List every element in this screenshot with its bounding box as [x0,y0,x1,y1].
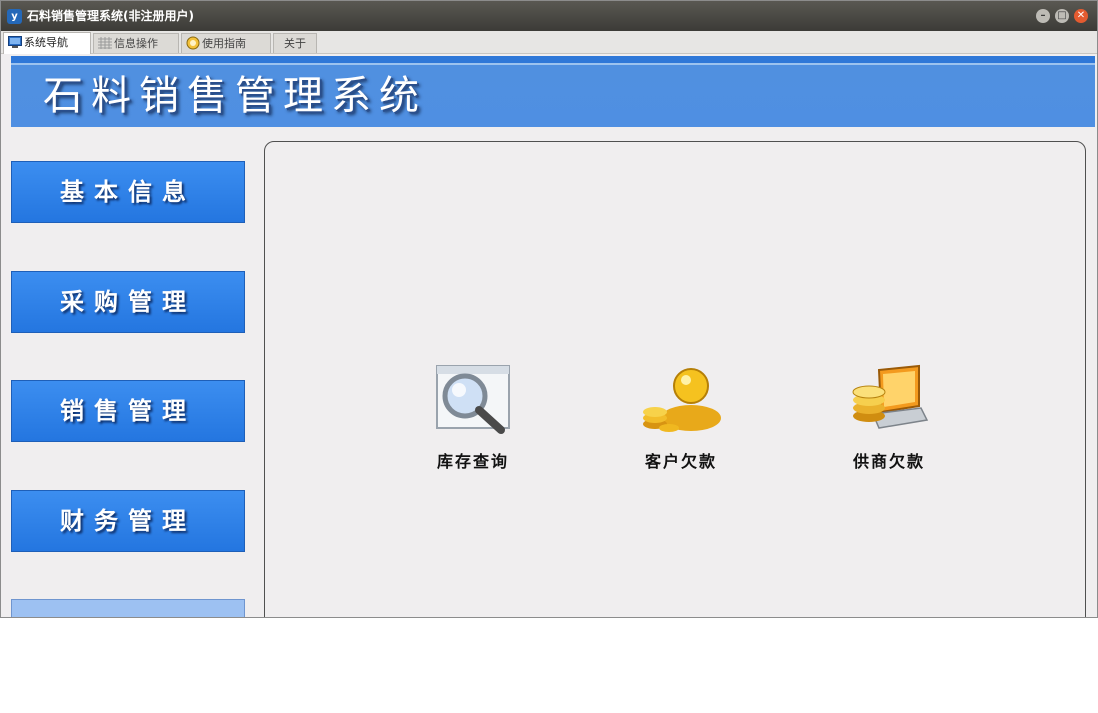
nav-sales-button[interactable]: 销售管理 [11,380,245,442]
tab-label: 系统导航 [24,36,68,49]
tab-label: 信息操作 [114,37,158,50]
title-bar[interactable]: y 石料销售管理系统(非注册用户) – □ ✕ [1,1,1097,31]
tab-about[interactable]: 关于 [273,33,317,53]
tab-label: 使用指南 [202,37,246,50]
window-title: 石料销售管理系统(非注册用户) [27,9,194,23]
header-banner: 石料销售管理系统 [11,56,1095,127]
shortcut-label: 客户欠款 [644,452,717,471]
app-window: y 石料销售管理系统(非注册用户) – □ ✕ 系统导航 信息操作 使用指南 关… [0,0,1098,618]
minimize-button[interactable]: – [1036,9,1050,23]
shortcut-label: 库存查询 [436,452,509,471]
banner-title: 石料销售管理系统 [43,73,427,119]
help-icon [186,36,200,50]
nav-basic-info-button[interactable]: 基本信息 [11,161,245,223]
nav-next-button[interactable] [11,599,245,617]
nav-finance-button[interactable]: 财务管理 [11,490,245,552]
supplier-debt-shortcut[interactable]: 供商欠款 [819,362,959,472]
app-icon: y [7,9,22,24]
grid-icon [98,37,112,49]
tab-strip: 系统导航 信息操作 使用指南 关于 [1,31,1097,54]
maximize-button[interactable]: □ [1055,9,1069,23]
customer-debt-shortcut[interactable]: 客户欠款 [611,362,751,472]
close-button[interactable]: ✕ [1074,9,1088,23]
customer-coins-icon [643,368,721,432]
magnifier-icon [436,365,510,434]
content-panel: 库存查询 客户欠款 供商欠款 [264,141,1086,617]
nav-purchase-button[interactable]: 采购管理 [11,271,245,333]
shortcut-label: 供商欠款 [852,452,925,471]
tab-user-guide[interactable]: 使用指南 [181,33,271,53]
inventory-query-shortcut[interactable]: 库存查询 [403,362,543,472]
tab-label: 关于 [284,37,306,50]
laptop-coins-icon [852,364,929,429]
tab-system-nav[interactable]: 系统导航 [3,32,91,54]
monitor-icon [8,36,22,48]
tab-info-ops[interactable]: 信息操作 [93,33,179,53]
